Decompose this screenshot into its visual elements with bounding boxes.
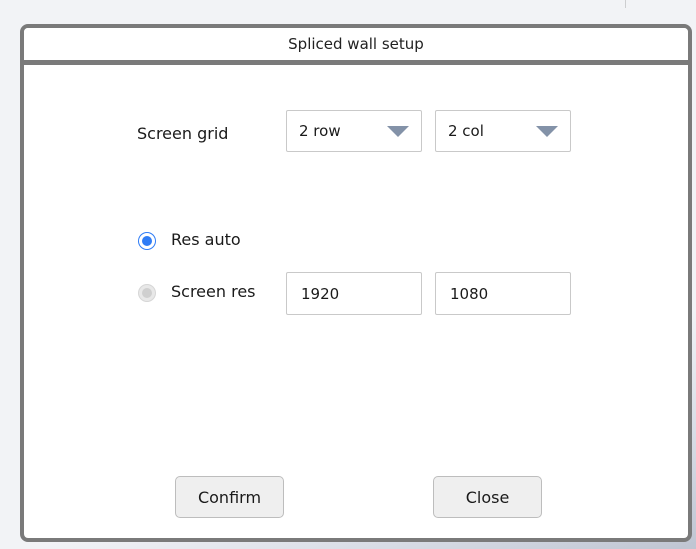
res-auto-radio[interactable] xyxy=(139,233,155,249)
screen-res-width-value: 1920 xyxy=(301,284,340,303)
close-button-label: Close xyxy=(465,487,510,507)
screen-res-radio[interactable] xyxy=(139,285,155,301)
confirm-button[interactable]: Confirm xyxy=(175,476,284,518)
grid-rows-select[interactable]: 2 row xyxy=(286,110,422,152)
chevron-down-icon xyxy=(387,126,409,137)
grid-cols-value: 2 col xyxy=(448,122,484,140)
close-button[interactable]: Close xyxy=(433,476,542,518)
screen-res-width-input[interactable]: 1920 xyxy=(286,272,422,315)
dialog-title: Spliced wall setup xyxy=(288,35,424,53)
screen-res-height-value: 1080 xyxy=(450,284,489,303)
res-auto-label[interactable]: Res auto xyxy=(171,230,241,249)
chevron-down-icon xyxy=(536,126,558,137)
spliced-wall-setup-dialog: Spliced wall setup Screen grid 2 row 2 c… xyxy=(20,24,692,542)
confirm-button-label: Confirm xyxy=(197,487,262,507)
grid-cols-select[interactable]: 2 col xyxy=(435,110,571,152)
screen-res-height-input[interactable]: 1080 xyxy=(435,272,571,315)
screen-grid-label: Screen grid xyxy=(137,124,229,143)
screen-res-label[interactable]: Screen res xyxy=(171,282,256,301)
dialog-titlebar[interactable]: Spliced wall setup xyxy=(24,28,688,65)
grid-rows-value: 2 row xyxy=(299,122,341,140)
